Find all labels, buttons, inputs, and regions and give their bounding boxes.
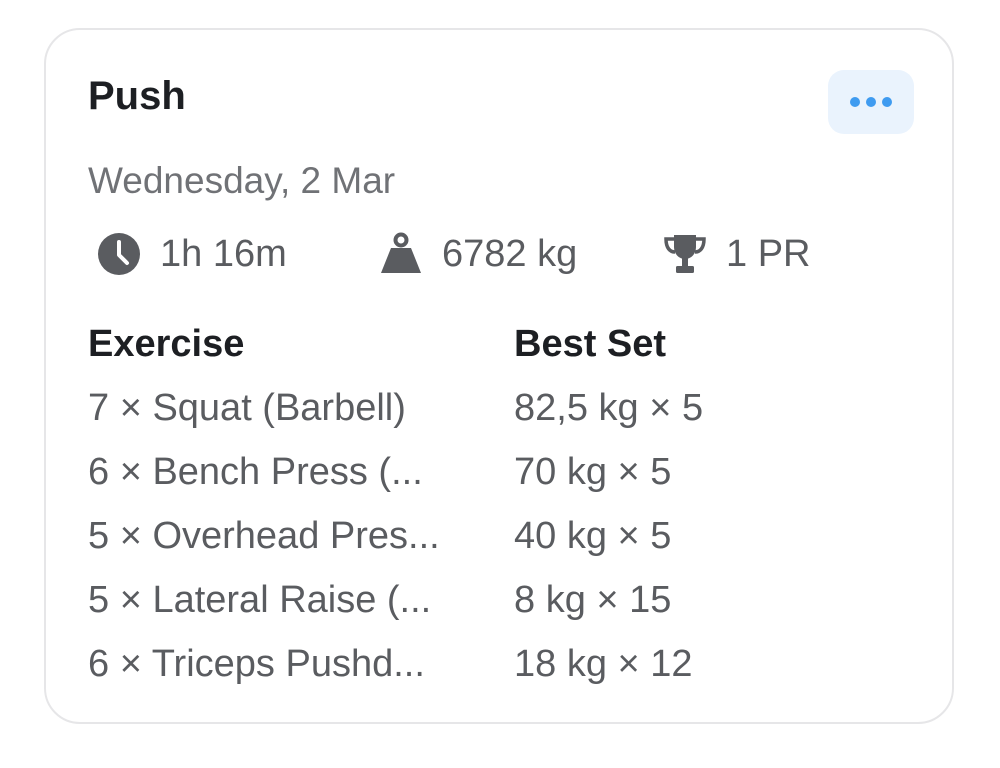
table-row: 6 × Triceps Pushd... 18 kg × 12 [88,632,908,696]
table-header-row: Exercise Best Set [88,312,908,376]
volume-stat: 6782 kg [378,230,577,278]
column-header-exercise: Exercise [88,323,245,365]
weight-icon [378,231,424,277]
workout-title: Push [88,74,186,118]
table-row: 5 × Overhead Pres... 40 kg × 5 [88,504,908,568]
workout-date: Wednesday, 2 Mar [88,160,396,201]
exercise-name: 5 × Lateral Raise (... [88,579,432,621]
exercise-table: Exercise Best Set 7 × Squat (Barbell) 82… [88,312,908,696]
volume-value: 6782 kg [442,232,578,275]
best-set: 8 kg × 15 [514,579,672,621]
best-set: 70 kg × 5 [514,451,672,493]
clock-icon [96,231,142,277]
best-set: 82,5 kg × 5 [514,387,704,429]
more-options-button[interactable] [828,70,914,134]
table-row: 7 × Squat (Barbell) 82,5 kg × 5 [88,376,908,440]
best-set: 18 kg × 12 [514,643,693,685]
trophy-icon [662,231,708,277]
exercise-name: 6 × Bench Press (... [88,451,423,493]
records-stat: 1 PR [662,230,810,278]
records-value: 1 PR [726,232,811,275]
column-header-best-set: Best Set [514,323,667,365]
best-set: 40 kg × 5 [514,515,672,557]
workout-stats: 1h 16m 6782 kg 1 PR [96,230,916,278]
table-row: 5 × Lateral Raise (... 8 kg × 15 [88,568,908,632]
exercise-name: 7 × Squat (Barbell) [88,387,406,429]
table-row: 6 × Bench Press (... 70 kg × 5 [88,440,908,504]
exercise-name: 5 × Overhead Pres... [88,515,440,557]
exercise-name: 6 × Triceps Pushd... [88,643,425,685]
workout-card[interactable]: Push Wednesday, 2 Mar 1h 16m 6782 kg 1 P… [44,28,954,724]
duration-value: 1h 16m [160,232,287,275]
duration-stat: 1h 16m [96,230,287,278]
more-horizontal-icon [850,97,892,107]
